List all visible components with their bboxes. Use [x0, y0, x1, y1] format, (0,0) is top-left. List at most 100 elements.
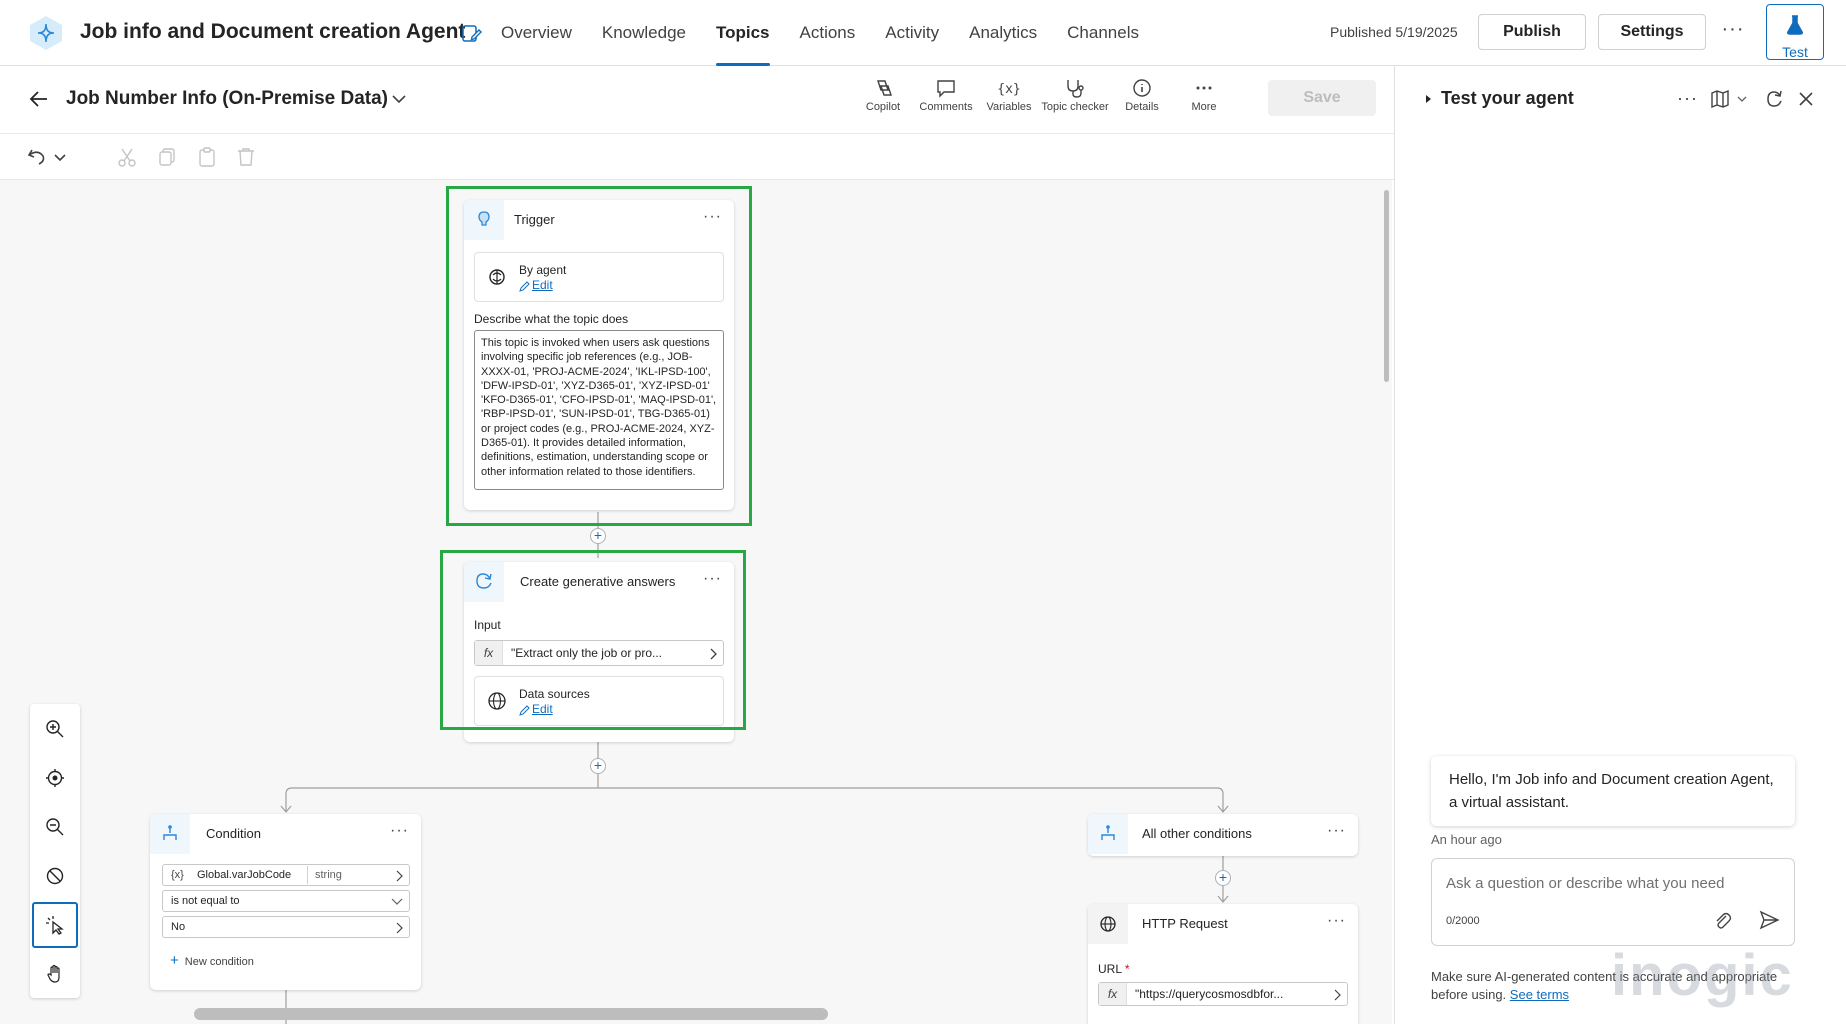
refresh-icon[interactable]: [1763, 88, 1785, 110]
agent-logo-icon: [30, 16, 62, 50]
prohibited-icon: [46, 867, 64, 885]
http-header: HTTP Request ···: [1088, 904, 1358, 946]
test-button[interactable]: Test: [1766, 4, 1824, 60]
zoom-in-icon: [46, 720, 64, 738]
caret-right-icon[interactable]: [1423, 94, 1433, 104]
undo-icon[interactable]: [26, 146, 48, 168]
chevron-down-icon: [391, 898, 403, 905]
details-tool[interactable]: Details: [1107, 78, 1177, 124]
stethoscope-icon: [1067, 80, 1084, 98]
url-label-text: URL: [1098, 962, 1122, 976]
other-conditions-node[interactable]: All other conditions ···: [1088, 814, 1358, 856]
branch-icon: [1101, 825, 1115, 840]
condition-node[interactable]: Condition ··· {x} Global.varJobCode stri…: [150, 814, 421, 990]
condition-more-icon[interactable]: ···: [390, 822, 409, 840]
more-tool[interactable]: More: [1169, 78, 1239, 124]
info-icon: [1133, 79, 1151, 97]
more-label: More: [1191, 101, 1217, 113]
zoom-out-button[interactable]: [32, 804, 78, 850]
topic-canvas[interactable]: Trigger ··· By agent Edit Describe what …: [0, 180, 1392, 1024]
highlight-frame-generative: [440, 550, 746, 730]
globe-icon: [1100, 916, 1116, 932]
agent-greeting-message: Hello, I'm Job info and Document creatio…: [1431, 756, 1795, 826]
tab-analytics[interactable]: Analytics: [954, 0, 1052, 66]
close-icon[interactable]: [1795, 88, 1817, 110]
add-node-plus-icon[interactable]: +: [1215, 870, 1231, 886]
highlight-frame-trigger: [446, 186, 752, 526]
chevron-down-icon[interactable]: [390, 90, 408, 108]
copilot-tool[interactable]: Copilot: [848, 78, 918, 124]
condition-variable-field[interactable]: {x} Global.varJobCode string: [162, 864, 410, 886]
cut-icon[interactable]: [116, 146, 138, 168]
svg-text:{x}: {x}: [997, 82, 1020, 97]
fit-view-button[interactable]: [32, 755, 78, 801]
map-icon[interactable]: [1709, 88, 1731, 110]
comments-tool[interactable]: Comments: [911, 78, 981, 124]
plus-icon: +: [170, 952, 179, 969]
delete-icon[interactable]: [235, 146, 257, 168]
minimap-toggle-button[interactable]: [32, 853, 78, 899]
tab-knowledge[interactable]: Knowledge: [587, 0, 701, 66]
horizontal-scrollbar[interactable]: [194, 1008, 828, 1020]
tab-overview[interactable]: Overview: [486, 0, 587, 66]
new-condition-button[interactable]: + New condition: [170, 952, 254, 969]
chevron-down-icon[interactable]: [1735, 88, 1749, 110]
topic-checker-label: Topic checker: [1041, 101, 1109, 113]
app-title: Job info and Document creation Agent: [80, 20, 466, 43]
url-value: "https://querycosmosdbfor...: [1135, 987, 1284, 1001]
edit-toolbar: [0, 134, 1394, 180]
other-more-icon[interactable]: ···: [1327, 822, 1346, 840]
canvas-tools: [30, 704, 80, 998]
http-icon-box: [1088, 904, 1128, 944]
settings-button[interactable]: Settings: [1598, 14, 1706, 50]
tab-channels[interactable]: Channels: [1052, 0, 1154, 66]
new-condition-label: New condition: [184, 956, 254, 968]
see-terms-link[interactable]: See terms: [1510, 987, 1569, 1002]
publish-button[interactable]: Publish: [1478, 14, 1586, 50]
condition-value-field[interactable]: No: [162, 916, 410, 938]
condition-operator-select[interactable]: is not equal to: [162, 890, 410, 912]
topic-checker-tool[interactable]: Topic checker: [1040, 78, 1110, 124]
chat-input-box[interactable]: Ask a question or describe what you need…: [1431, 858, 1795, 946]
add-node-plus-icon[interactable]: +: [590, 528, 606, 544]
tab-actions[interactable]: Actions: [785, 0, 871, 66]
send-icon[interactable]: [1758, 909, 1780, 931]
attach-icon[interactable]: [1712, 909, 1732, 931]
details-label: Details: [1125, 101, 1159, 113]
required-marker: *: [1124, 962, 1130, 976]
url-input-field[interactable]: fx "https://querycosmosdbfor...: [1098, 982, 1348, 1006]
condition-title: Condition: [206, 826, 261, 841]
add-node-plus-icon[interactable]: +: [590, 758, 606, 774]
pan-mode-button[interactable]: [32, 951, 78, 997]
copilot-label: Copilot: [865, 101, 901, 113]
condition-operator: is not equal to: [171, 895, 240, 907]
condition-icon-box: [150, 814, 190, 854]
http-request-node[interactable]: HTTP Request ··· URL * fx "https://query…: [1088, 904, 1358, 1024]
more-options-icon[interactable]: ···: [1718, 18, 1748, 46]
zoom-in-button[interactable]: [32, 706, 78, 752]
tab-activity[interactable]: Activity: [870, 0, 954, 66]
vertical-scrollbar[interactable]: [1384, 190, 1389, 382]
http-more-icon[interactable]: ···: [1327, 912, 1346, 930]
condition-value: No: [171, 921, 186, 933]
test-agent-panel: Test your agent ··· Hello, I'm Job info …: [1394, 66, 1846, 1024]
other-title: All other conditions: [1142, 826, 1252, 841]
back-arrow-icon[interactable]: [28, 88, 50, 110]
chevron-down-icon[interactable]: [52, 146, 68, 168]
test-label: Test: [1782, 44, 1808, 60]
comment-icon: [937, 80, 955, 98]
select-mode-button[interactable]: [32, 902, 78, 948]
chevron-right-icon: [396, 870, 403, 882]
variables-label: Variables: [986, 101, 1032, 113]
condition-type: string: [315, 869, 342, 881]
edit-details-icon[interactable]: [460, 22, 482, 44]
panel-more-icon[interactable]: ···: [1677, 88, 1699, 110]
save-button[interactable]: Save: [1268, 80, 1376, 116]
url-label: URL *: [1098, 962, 1130, 976]
copilot-icon: [877, 80, 892, 96]
paste-icon[interactable]: [196, 146, 218, 168]
test-panel-title: Test your agent: [1441, 88, 1574, 108]
copy-icon[interactable]: [156, 146, 178, 168]
variables-tool[interactable]: {x} Variables: [974, 78, 1044, 124]
tab-topics[interactable]: Topics: [701, 0, 785, 66]
